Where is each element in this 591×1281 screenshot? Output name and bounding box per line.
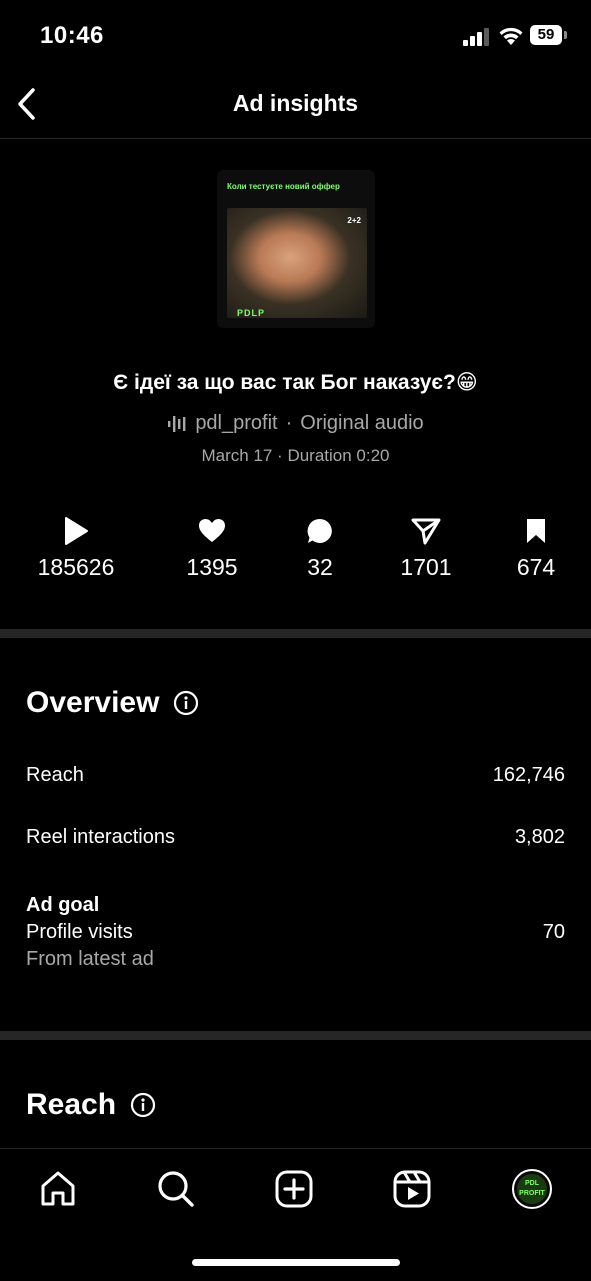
stat-shares: 1701 bbox=[366, 516, 486, 581]
comment-icon bbox=[307, 518, 332, 543]
home-indicator bbox=[192, 1259, 400, 1266]
reach-section-title: Reach bbox=[26, 1088, 117, 1121]
ad-goal-name: Profile visits bbox=[26, 921, 133, 943]
status-bar: 10:46 59 bbox=[0, 0, 591, 72]
comments-count: 32 bbox=[307, 554, 333, 580]
info-icon[interactable] bbox=[173, 690, 199, 716]
saves-count: 674 bbox=[516, 554, 556, 580]
shares-count: 1701 bbox=[400, 554, 452, 580]
stat-comments: 32 bbox=[260, 516, 380, 581]
stat-likes: 1395 bbox=[152, 516, 272, 581]
post-caption: Є ідеї за що вас так Бог наказує?😁 bbox=[113, 371, 478, 394]
overview-heading: Overview bbox=[26, 686, 199, 720]
nav-home-button[interactable] bbox=[36, 1167, 80, 1211]
stat-saves: 674 bbox=[476, 516, 591, 581]
reel-thumbnail[interactable]: Коли тестуєте новий оффер 2+2 PDLP bbox=[217, 170, 375, 328]
thumbnail-photo bbox=[227, 208, 367, 318]
interactions-value: 3,802 bbox=[514, 826, 565, 848]
likes-count: 1395 bbox=[186, 554, 238, 580]
top-bar: Ad insights bbox=[0, 72, 591, 139]
ad-goal-value: 70 bbox=[542, 921, 565, 943]
wifi-icon bbox=[499, 27, 523, 45]
page-title: Ad insights bbox=[232, 90, 359, 116]
avatar: PDL PROFIT bbox=[512, 1169, 552, 1209]
nav-profile-button[interactable]: PDL PROFIT bbox=[510, 1167, 554, 1211]
audio-separator: · bbox=[285, 412, 293, 434]
thumbnail-caption: Коли тестуєте новий оффер bbox=[227, 182, 340, 191]
nav-search-button[interactable] bbox=[154, 1167, 198, 1211]
post-meta: March 17 · Duration 0:20 bbox=[201, 446, 390, 465]
interactions-label: Reel interactions bbox=[26, 826, 175, 848]
signal-icon bbox=[463, 28, 489, 46]
home-icon bbox=[41, 1171, 75, 1206]
audio-user: pdl_profit bbox=[195, 412, 278, 434]
reels-icon bbox=[393, 1170, 431, 1208]
battery-level: 59 bbox=[530, 25, 562, 45]
nav-create-button[interactable] bbox=[272, 1167, 316, 1211]
audio-attribution[interactable]: pdl_profit · Original audio bbox=[0, 412, 591, 435]
search-icon bbox=[158, 1171, 194, 1207]
ad-goal-source: From latest ad bbox=[26, 948, 154, 970]
overview-title: Overview bbox=[26, 686, 160, 719]
avatar-logo: PDL PROFIT bbox=[517, 1174, 547, 1204]
play-icon bbox=[65, 517, 88, 545]
thumbnail-logo: PDLP bbox=[237, 308, 266, 318]
audio-waveform-icon bbox=[168, 415, 186, 432]
info-icon[interactable] bbox=[130, 1092, 156, 1118]
section-divider bbox=[0, 629, 591, 638]
plays-count: 185626 bbox=[37, 554, 115, 580]
section-divider bbox=[0, 1031, 591, 1040]
reach-value: 162,746 bbox=[492, 764, 565, 786]
share-icon bbox=[411, 518, 441, 545]
add-icon bbox=[275, 1170, 313, 1208]
heart-icon bbox=[199, 519, 225, 542]
nav-reels-button[interactable] bbox=[390, 1167, 434, 1211]
thumbnail-badge: 2+2 bbox=[347, 216, 361, 225]
battery-indicator: 59 bbox=[530, 25, 567, 45]
ad-goal-label: Ad goal bbox=[26, 894, 100, 916]
stat-plays: 185626 bbox=[16, 516, 136, 581]
status-time: 10:46 bbox=[40, 22, 104, 49]
audio-type: Original audio bbox=[300, 412, 424, 434]
bookmark-icon bbox=[527, 519, 545, 543]
reach-heading: Reach bbox=[26, 1088, 156, 1122]
reach-label: Reach bbox=[26, 764, 84, 786]
